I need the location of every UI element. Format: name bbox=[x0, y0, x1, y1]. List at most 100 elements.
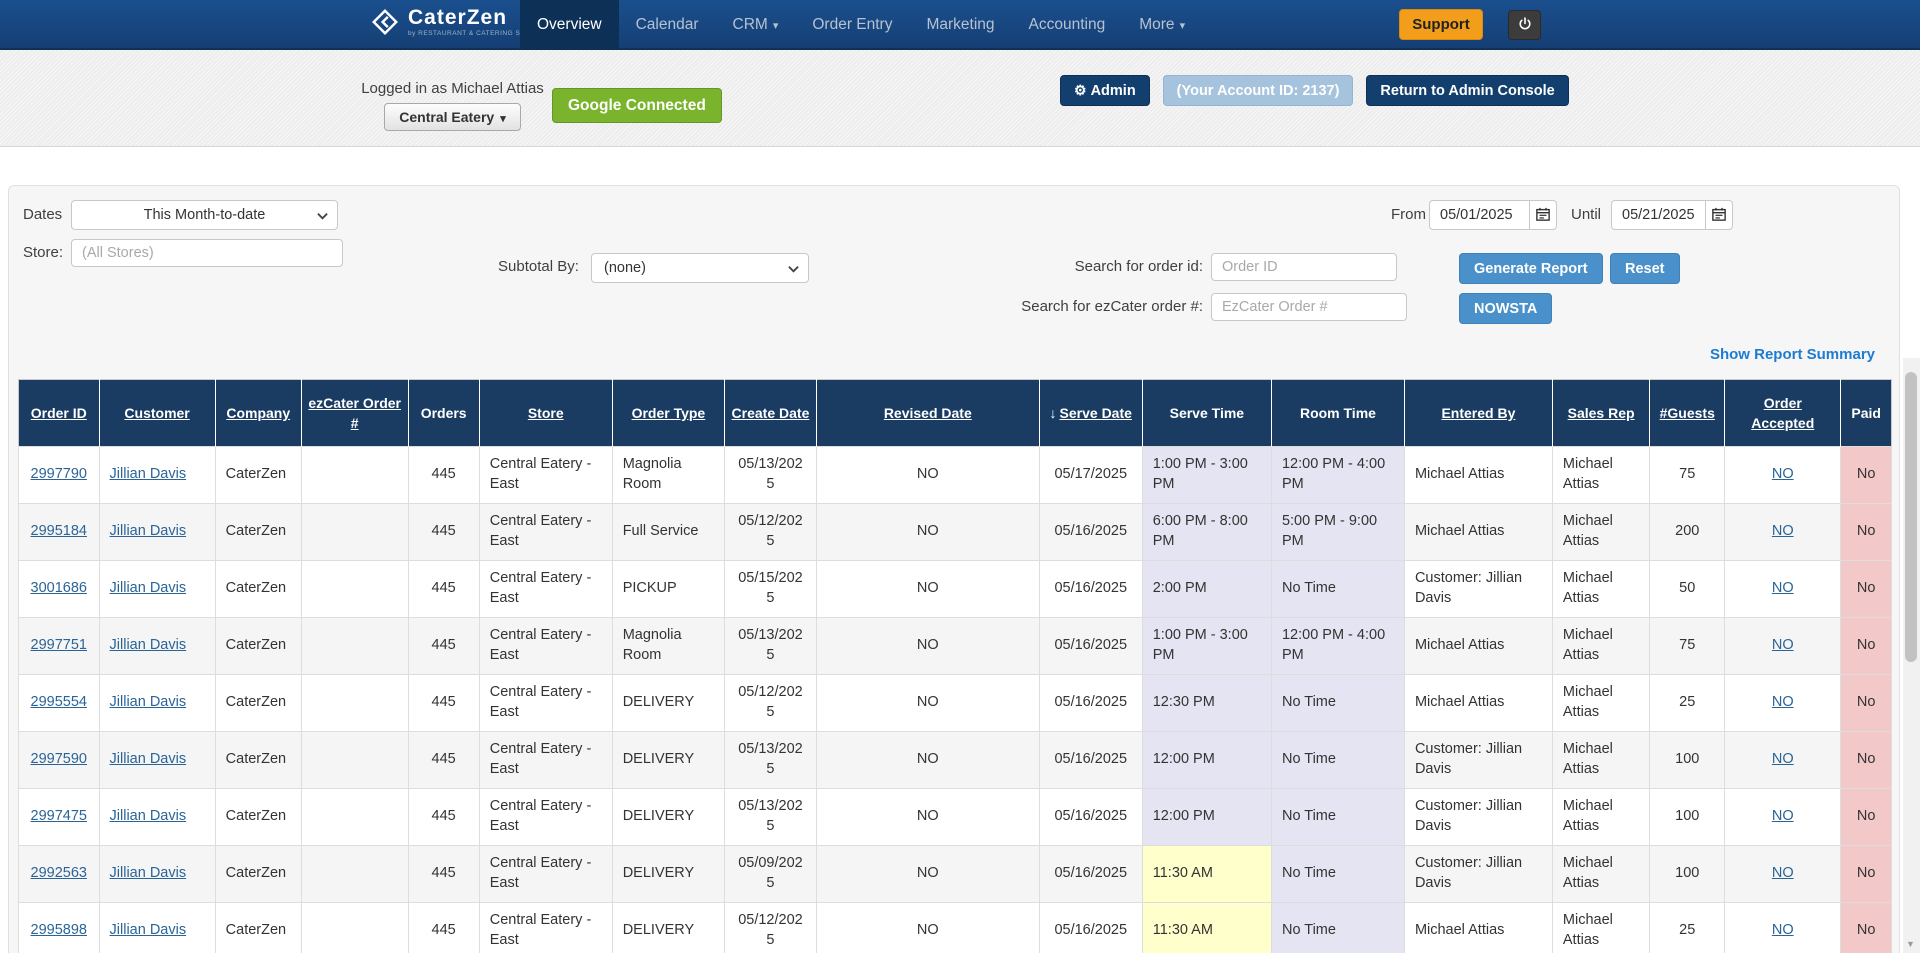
cell-room-time: No Time bbox=[1271, 903, 1404, 953]
order-id-link[interactable]: 2992563 bbox=[31, 865, 87, 881]
logged-in-text: Logged in as Michael Attias bbox=[360, 80, 545, 97]
order-accepted-link[interactable]: NO bbox=[1772, 751, 1794, 767]
until-date-input[interactable] bbox=[1611, 200, 1705, 230]
support-button[interactable]: Support bbox=[1399, 9, 1483, 40]
dates-select[interactable]: This Month-to-date bbox=[71, 200, 338, 230]
account-id-button[interactable]: (Your Account ID: 2137) bbox=[1163, 75, 1354, 106]
cell-serve-time: 12:00 PM bbox=[1142, 732, 1271, 789]
cell-store: Central Eatery - East bbox=[479, 618, 612, 675]
col-header-sales-rep[interactable]: Sales Rep bbox=[1552, 380, 1649, 447]
page-scrollbar[interactable]: ▼ bbox=[1903, 358, 1920, 953]
reset-button[interactable]: Reset bbox=[1610, 253, 1680, 284]
nav-item-accounting[interactable]: Accounting bbox=[1012, 0, 1123, 50]
google-connected-button[interactable]: Google Connected bbox=[552, 88, 722, 123]
cell-create-date: 05/13/2025 bbox=[725, 618, 817, 675]
col-header-serve-date[interactable]: ↓Serve Date bbox=[1039, 380, 1142, 447]
col-header-store[interactable]: Store bbox=[479, 380, 612, 447]
return-admin-console-button[interactable]: Return to Admin Console bbox=[1366, 75, 1568, 106]
cell-sales-rep: Michael Attias bbox=[1552, 732, 1649, 789]
nowsta-button[interactable]: NOWSTA bbox=[1459, 293, 1552, 324]
order-id-link[interactable]: 2995184 bbox=[31, 523, 87, 539]
cell-order-accepted: NO bbox=[1725, 618, 1841, 675]
customer-link[interactable]: Jillian Davis bbox=[110, 466, 187, 482]
store-input[interactable] bbox=[71, 239, 343, 267]
from-date-input[interactable] bbox=[1429, 200, 1529, 230]
nav-item-more[interactable]: More▾ bbox=[1122, 0, 1202, 50]
generate-report-button[interactable]: Generate Report bbox=[1459, 253, 1603, 284]
nav-item-calendar[interactable]: Calendar bbox=[619, 0, 716, 50]
cell-serve-time: 1:00 PM - 3:00 PM bbox=[1142, 447, 1271, 504]
subtotal-by-select[interactable]: (none) bbox=[591, 253, 809, 283]
cell-customer: Jillian Davis bbox=[99, 447, 215, 504]
cell-entered-by: Customer: Jillian Davis bbox=[1404, 789, 1552, 846]
cell-order-type: Magnolia Room bbox=[612, 618, 724, 675]
nav-item-overview[interactable]: Overview bbox=[520, 0, 619, 50]
col-header-order-type[interactable]: Order Type bbox=[612, 380, 724, 447]
order-id-link[interactable]: 2995898 bbox=[31, 922, 87, 938]
order-accepted-link[interactable]: NO bbox=[1772, 694, 1794, 710]
scrollbar-thumb[interactable] bbox=[1905, 372, 1917, 662]
cell-order-type: DELIVERY bbox=[612, 846, 724, 903]
cell-order-type: Full Service bbox=[612, 504, 724, 561]
cell-store: Central Eatery - East bbox=[479, 447, 612, 504]
order-accepted-link[interactable]: NO bbox=[1772, 466, 1794, 482]
customer-link[interactable]: Jillian Davis bbox=[110, 523, 187, 539]
nav-item-marketing[interactable]: Marketing bbox=[909, 0, 1011, 50]
from-label: From bbox=[1391, 206, 1426, 223]
col-header-revised-date[interactable]: Revised Date bbox=[816, 380, 1039, 447]
order-accepted-link[interactable]: NO bbox=[1772, 523, 1794, 539]
cell-orders: 445 bbox=[408, 618, 479, 675]
cell-company: CaterZen bbox=[215, 504, 301, 561]
col-header-guests[interactable]: #Guests bbox=[1650, 380, 1725, 447]
table-row: 2992563Jillian DavisCaterZen445Central E… bbox=[19, 846, 1892, 903]
col-header-company[interactable]: Company bbox=[215, 380, 301, 447]
from-calendar-button[interactable] bbox=[1529, 200, 1557, 230]
cell-store: Central Eatery - East bbox=[479, 675, 612, 732]
order-id-link[interactable]: 2997475 bbox=[31, 808, 87, 824]
nav-item-crm[interactable]: CRM▾ bbox=[716, 0, 796, 50]
customer-link[interactable]: Jillian Davis bbox=[110, 694, 187, 710]
col-header-customer[interactable]: Customer bbox=[99, 380, 215, 447]
order-accepted-link[interactable]: NO bbox=[1772, 637, 1794, 653]
cell-serve-time: 11:30 AM bbox=[1142, 903, 1271, 953]
sort-desc-arrow-icon: ↓ bbox=[1050, 405, 1057, 421]
order-id-link[interactable]: 2997790 bbox=[31, 466, 87, 482]
order-id-link[interactable]: 2995554 bbox=[31, 694, 87, 710]
col-header-entered-by[interactable]: Entered By bbox=[1404, 380, 1552, 447]
show-report-summary-link[interactable]: Show Report Summary bbox=[1710, 346, 1875, 363]
customer-link[interactable]: Jillian Davis bbox=[110, 637, 187, 653]
order-id-link[interactable]: 2997751 bbox=[31, 637, 87, 653]
col-header-order-id[interactable]: Order ID bbox=[19, 380, 100, 447]
customer-link[interactable]: Jillian Davis bbox=[110, 922, 187, 938]
cell-entered-by: Customer: Jillian Davis bbox=[1404, 561, 1552, 618]
cell-create-date: 05/13/2025 bbox=[725, 732, 817, 789]
store-switcher-dropdown[interactable]: Central Eatery▾ bbox=[384, 103, 520, 131]
scrollbar-down-arrow-icon[interactable]: ▼ bbox=[1906, 939, 1915, 949]
cell-sales-rep: Michael Attias bbox=[1552, 846, 1649, 903]
logout-power-button[interactable] bbox=[1508, 10, 1541, 40]
customer-link[interactable]: Jillian Davis bbox=[110, 580, 187, 596]
search-order-id-input[interactable] bbox=[1211, 253, 1397, 281]
order-id-link[interactable]: 2997590 bbox=[31, 751, 87, 767]
nav-item-order-entry[interactable]: Order Entry bbox=[795, 0, 909, 50]
order-accepted-link[interactable]: NO bbox=[1772, 865, 1794, 881]
cell-ezcater bbox=[301, 447, 408, 504]
col-header-ezcater-order[interactable]: ezCater Order # bbox=[301, 380, 408, 447]
col-header-order-accepted[interactable]: Order Accepted bbox=[1725, 380, 1841, 447]
cell-order-id: 2992563 bbox=[19, 846, 100, 903]
customer-link[interactable]: Jillian Davis bbox=[110, 808, 187, 824]
until-calendar-button[interactable] bbox=[1705, 200, 1733, 230]
cell-serve-time: 6:00 PM - 8:00 PM bbox=[1142, 504, 1271, 561]
cell-revised-date: NO bbox=[816, 732, 1039, 789]
col-header-create-date[interactable]: Create Date bbox=[725, 380, 817, 447]
order-id-link[interactable]: 3001686 bbox=[31, 580, 87, 596]
customer-link[interactable]: Jillian Davis bbox=[110, 751, 187, 767]
order-accepted-link[interactable]: NO bbox=[1772, 922, 1794, 938]
order-accepted-link[interactable]: NO bbox=[1772, 808, 1794, 824]
customer-link[interactable]: Jillian Davis bbox=[110, 865, 187, 881]
order-accepted-link[interactable]: NO bbox=[1772, 580, 1794, 596]
search-ezcater-input[interactable] bbox=[1211, 293, 1407, 321]
cell-orders: 445 bbox=[408, 732, 479, 789]
table-row: 2997475Jillian DavisCaterZen445Central E… bbox=[19, 789, 1892, 846]
admin-button[interactable]: ⚙Admin bbox=[1060, 75, 1150, 106]
